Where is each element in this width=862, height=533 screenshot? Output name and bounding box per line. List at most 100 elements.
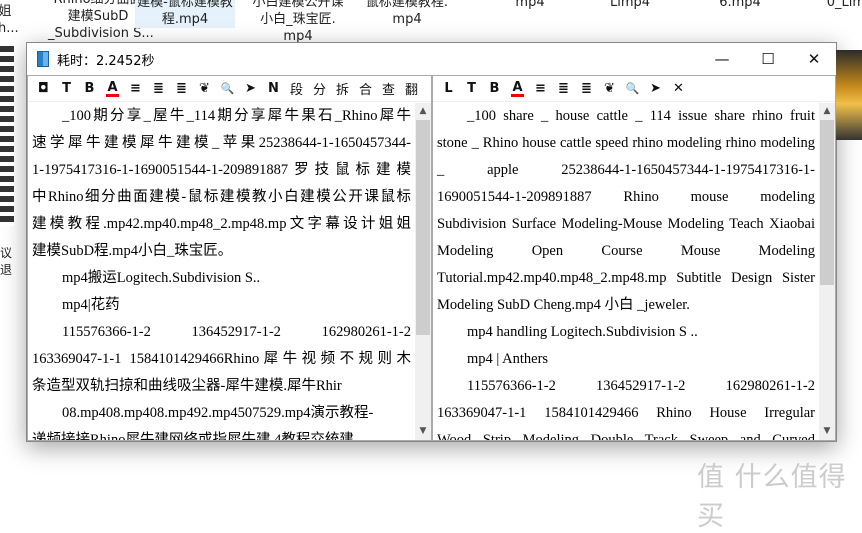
search-icon[interactable]: 🔍: [216, 82, 239, 95]
source-toolbar: ◘ T B A ≡ ≣ ≣ ❦ 🔍 ➤ N 段分拆合查翻: [28, 76, 431, 102]
bold-icon[interactable]: B: [483, 81, 506, 96]
file-name-line: 小白_珠宝匠.: [260, 12, 336, 27]
text-line: mp4搬运Logitech.Subdivision S..: [62, 270, 261, 286]
justify-icon[interactable]: ≣: [575, 81, 598, 96]
source-text-pane: ◘ T B A ≡ ≣ ≣ ❦ 🔍 ➤ N 段分拆合查翻 _100期分享_屋牛_114期分享犀牛果石_…: [27, 75, 432, 441]
text-line: Tutorial.mp42.mp40.mp48_2.mp48.mp Subtit…: [437, 270, 815, 286]
close-button[interactable]: ✕: [791, 43, 837, 75]
text-line: 115576366-1-2 136452917-1-2 162980261-1-…: [467, 378, 815, 394]
text-line: 08.mp408.mp408.mp492.mp4507529.mp4演示教程-: [62, 405, 374, 421]
source-scrollbar[interactable]: ▲ ▼: [415, 103, 431, 440]
text-line: 建模SubD程.mp4小白_珠宝匠。: [32, 243, 233, 259]
file-name-line: 程.mp4: [161, 12, 209, 27]
paragraph-button[interactable]: 段: [285, 79, 308, 98]
text-line: 1690051544-1-209891887 Rhino mouse model…: [437, 189, 815, 205]
desktop-file[interactable]: mp4: [480, 0, 580, 11]
send-icon[interactable]: ➤: [239, 81, 262, 96]
send-icon[interactable]: ➤: [644, 81, 667, 96]
close-icon[interactable]: ✕: [667, 81, 690, 96]
text-line: 163369047-1-1 1584101429466Rhino犀牛视频不规则木: [32, 351, 411, 367]
scroll-up-icon[interactable]: ▲: [819, 103, 835, 120]
text-line: Modeling Open Course Mouse Modeling: [437, 243, 815, 259]
scroll-up-icon[interactable]: ▲: [415, 103, 431, 120]
justify-icon[interactable]: ≣: [147, 81, 170, 96]
text-line: Modeling SubD Cheng.mp4 小白 _jeweler.: [437, 297, 690, 313]
scroll-thumb[interactable]: [416, 120, 430, 335]
text-line: _100 share _ house cattle _ 114 issue sh…: [467, 108, 815, 124]
scroll-thumb[interactable]: [820, 120, 834, 285]
desktop-thumbnail[interactable]: [836, 50, 862, 140]
desktop-file[interactable]: Rhino细分曲面建模SubD _Subdivision S...: [48, 0, 154, 42]
justify-icon[interactable]: ≣: [170, 81, 193, 96]
text-line: 1-1975417316-1-1690051544-1-209891887罗技鼠…: [32, 162, 411, 178]
stop-icon[interactable]: ◘: [32, 81, 55, 96]
scroll-down-icon[interactable]: ▼: [819, 423, 835, 440]
result-window: 耗时：2.2452秒 — ☐ ✕ ◘ T B A ≡ ≣ ≣ ❦ 🔍 ➤ N 段分拆合查翻 _100期…: [26, 42, 837, 442]
file-name-line: 姐: [0, 4, 12, 19]
desktop-file[interactable]: 鼠标建模教程. mp4: [357, 0, 457, 28]
video-thumbnail[interactable]: [0, 46, 14, 226]
clear-icon[interactable]: ❦: [598, 81, 621, 96]
text-icon[interactable]: T: [460, 81, 483, 96]
translation-scrollbar[interactable]: ▲ ▼: [819, 103, 835, 440]
clear-icon[interactable]: ❦: [193, 81, 216, 96]
text-line: 中Rhino细分曲面建模-鼠标建模教小白建模公开课鼠标: [32, 189, 411, 205]
text-icon[interactable]: T: [55, 81, 78, 96]
align-left-icon[interactable]: ≡: [124, 81, 147, 96]
text-line: _100期分享_屋牛_114期分享犀牛果石_Rhino犀牛: [62, 108, 411, 124]
text-line: mp4|花药: [62, 297, 120, 313]
text-line: 建模教程.mp42.mp40.mp48_2.mp48.mp文字幕设计姐姐: [32, 216, 411, 232]
file-name-line: 鼠标建模教程.: [365, 0, 449, 10]
app-icon: [37, 51, 49, 67]
bold-icon[interactable]: B: [78, 81, 101, 96]
font-color-icon[interactable]: A: [106, 81, 119, 97]
translate-button[interactable]: 翻: [400, 79, 423, 98]
desktop-file[interactable]: Limp4: [580, 0, 680, 11]
merge-button[interactable]: 合: [354, 79, 377, 98]
split-button[interactable]: 分: [308, 79, 331, 98]
file-name-line: 6.mp4: [719, 0, 761, 10]
source-text-area[interactable]: _100期分享_屋牛_114期分享犀牛果石_Rhino犀牛 速学犀牛建模犀牛建模_…: [28, 103, 415, 440]
desktop-file[interactable]: 小白建模公开课 小白_珠宝匠. mp4: [248, 0, 348, 45]
file-name-line: Rhino细分曲面: [48, 0, 148, 8]
desktop-file-label[interactable]: 退: [0, 262, 12, 279]
file-name-line: Limp4: [609, 0, 651, 10]
title-bar[interactable]: 耗时：2.2452秒 — ☐ ✕: [27, 43, 836, 75]
text-line: 递频接接Rhino犀牛建网络或指犀牛建 4教程交统建: [32, 432, 354, 440]
text-line: 163369047-1-1 1584101429466 Rhino House …: [437, 405, 815, 421]
desktop-file[interactable]: 建模-鼠标建模教程.mp4: [135, 0, 235, 28]
file-name-line: h...: [0, 21, 19, 36]
justify-icon[interactable]: ≣: [552, 81, 575, 96]
minimize-button[interactable]: —: [699, 43, 745, 75]
align-left-icon[interactable]: ≡: [529, 81, 552, 96]
text-line: _ apple 25238644-1-1650457344-1-19754173…: [437, 162, 815, 178]
layout-icon[interactable]: L: [437, 81, 460, 96]
desktop-file[interactable]: 姐 h...: [0, 3, 19, 37]
text-line: mp4 | Anthers: [467, 351, 549, 367]
maximize-button[interactable]: ☐: [745, 43, 791, 75]
text-line: Subdivision Surface Modeling-Mouse Model…: [437, 216, 815, 232]
scroll-down-icon[interactable]: ▼: [415, 423, 431, 440]
file-name-line: _Subdivision S...: [48, 26, 154, 41]
file-name-line: 建模SubD: [67, 9, 129, 24]
lookup-button[interactable]: 查: [377, 79, 400, 98]
text-line: mp4 handling Logitech.Subdivision S ..: [467, 324, 698, 340]
font-color-icon[interactable]: A: [511, 81, 524, 97]
file-name-line: mp4: [392, 12, 422, 27]
normal-icon[interactable]: N: [262, 81, 285, 96]
window-title: 耗时：2.2452秒: [57, 53, 155, 69]
desktop-file-label[interactable]: 议: [0, 245, 12, 262]
text-line: stone _ Rhino house cattle speed rhino m…: [437, 135, 815, 151]
search-icon[interactable]: 🔍: [621, 82, 644, 95]
desktop-file[interactable]: 6.mp4: [690, 0, 790, 11]
file-name-line: 建模-鼠标建模教: [137, 0, 233, 10]
file-name-line: 小白建模公开课: [252, 0, 344, 10]
translation-toolbar: L T B A ≡ ≣ ≣ ❦ 🔍 ➤ ✕: [433, 76, 835, 102]
translation-text-area[interactable]: _100 share _ house cattle _ 114 issue sh…: [433, 103, 819, 440]
break-button[interactable]: 拆: [331, 79, 354, 98]
translation-text-pane: L T B A ≡ ≣ ≣ ❦ 🔍 ➤ ✕ _100 share _ house cattle _ …: [432, 75, 836, 441]
desktop-file[interactable]: 0_Limp: [800, 0, 862, 11]
text-line: 115576366-1-2 136452917-1-2 162980261-1-…: [62, 324, 411, 340]
text-line: 条造型双轨扫掠和曲线吸尘器-犀牛建模.犀牛Rhir: [32, 378, 342, 394]
text-line: Wood Strip Modeling Double Track Sweep a…: [437, 432, 815, 440]
